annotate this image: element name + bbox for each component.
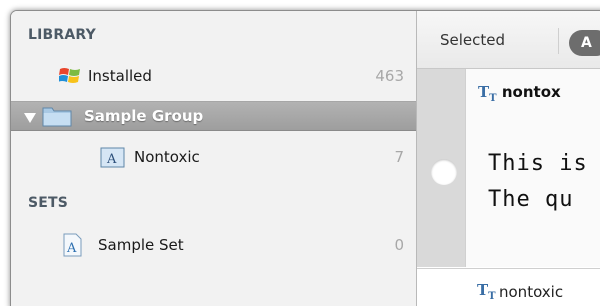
sidebar-item-count: 463 — [375, 67, 404, 85]
font-name-label: nontoxic — [499, 283, 564, 301]
sidebar-item-label: Nontoxic — [134, 148, 200, 166]
filter-pill-button[interactable]: A — [569, 30, 600, 56]
sidebar-item-installed[interactable]: Installed 463 — [11, 62, 416, 90]
sample-text-line-1: This is — [488, 151, 588, 176]
folder-icon — [42, 105, 72, 131]
truetype-icon: TT — [478, 83, 497, 104]
font-list-row[interactable]: TT nontoxic — [417, 268, 600, 306]
font-preview-body: TT nontox This is The qu — [465, 69, 600, 267]
sidebar-item-label: Sample Group — [84, 107, 204, 125]
svg-text:A: A — [66, 241, 77, 256]
font-set-icon: A — [61, 233, 83, 261]
font-preview-card[interactable]: TT nontox This is The qu — [417, 69, 600, 267]
sidebar-item-count: 7 — [394, 148, 404, 166]
main-pane: Selected A TT nontox This is The qu TT n… — [417, 11, 600, 306]
sidebar-item-nontoxic[interactable]: A Nontoxic 7 — [11, 143, 416, 171]
sets-heading: SETS — [28, 195, 69, 211]
windows-logo-icon — [58, 66, 81, 90]
font-file-icon: A — [100, 146, 126, 172]
library-heading: LIBRARY — [28, 27, 96, 43]
font-name-title: TT nontox — [478, 83, 561, 104]
sample-text-line-2: The qu — [488, 187, 574, 212]
selected-tab[interactable]: Selected — [440, 31, 505, 49]
sidebar: LIBRARY Installed 463 Sample Group A Non… — [11, 11, 417, 306]
sidebar-item-sample-group[interactable]: Sample Group — [11, 101, 416, 131]
app-window: LIBRARY Installed 463 Sample Group A Non… — [0, 0, 600, 306]
window-frame: LIBRARY Installed 463 Sample Group A Non… — [10, 10, 600, 306]
truetype-icon: TT — [477, 281, 496, 302]
sidebar-item-label: Sample Set — [98, 236, 184, 254]
disclosure-triangle-icon[interactable] — [23, 109, 37, 128]
toolbar-separator — [558, 28, 559, 54]
sidebar-item-sample-set[interactable]: A Sample Set 0 — [11, 231, 416, 259]
select-radio[interactable] — [431, 159, 457, 185]
sidebar-item-count: 0 — [394, 236, 404, 254]
svg-text:A: A — [106, 152, 117, 167]
sidebar-item-label: Installed — [88, 67, 152, 85]
toolbar: Selected A — [417, 11, 600, 69]
